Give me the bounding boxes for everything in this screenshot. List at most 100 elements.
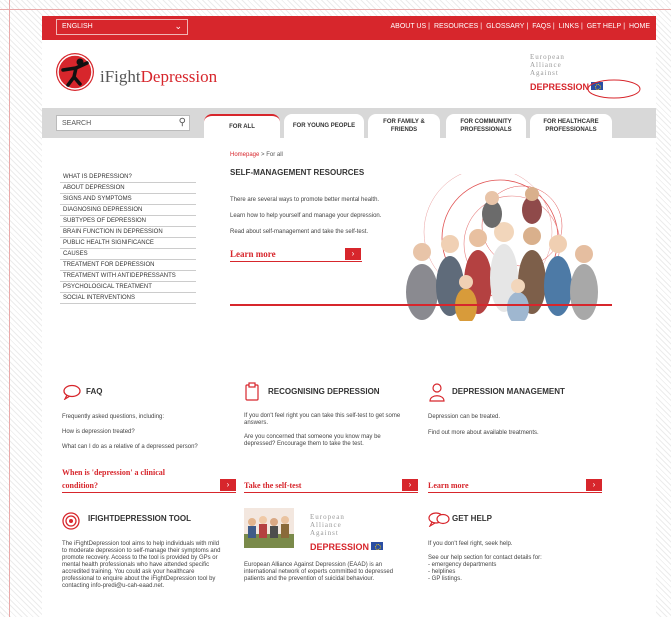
chat-bubbles-icon [428,511,450,532]
tab-for-young-people[interactable]: FOR YOUNG PEOPLE [284,114,364,138]
eaad-line: Alliance [310,521,342,529]
hero-text-line: There are several ways to promote better… [230,197,380,203]
search-icon[interactable]: ⚲ [179,117,186,128]
logo-person-icon [56,53,94,91]
eaad-logo-block[interactable]: European Alliance Against DEPRESSION [310,513,384,555]
tool-text-line: promote recovery. Access to the tool is … [62,555,218,561]
top-links: ABOUT US | RESOURCES | GLOSSARY | FAQS | LIN… [390,23,651,30]
faq-clinical-link[interactable]: When is 'depression' a clinical [62,468,165,477]
site-page: ENGLISH ⌄ ABOUT US | RESOURCES | GLOSSARY |… [42,16,656,617]
site-logo[interactable]: iFightDepression [56,53,256,97]
person-icon [428,382,446,407]
management-arrow-icon[interactable]: › [586,479,602,491]
eu-flag-icon [371,541,384,550]
hero-text-line: Read about self-management and take the … [230,229,369,235]
hero-group-photo [382,174,612,321]
management-learn-more-link[interactable]: Learn more [428,481,469,490]
top-link-resources[interactable]: RESOURCES [434,23,478,30]
breadcrumb-current: For all [266,152,283,158]
speech-bubble-icon [62,384,82,405]
top-link-faqs[interactable]: FAQS [532,23,551,30]
site-header: iFightDepression European Alliance Again… [42,40,656,108]
eaad-line: Alliance [530,61,562,69]
sidebar-item-psychological-treatment[interactable]: PSYCHOLOGICAL TREATMENT [60,282,196,293]
sidebar-item-about-depression[interactable]: ABOUT DEPRESSION [60,183,196,194]
tool-text-line: The iFightDepression tool aims to help i… [62,541,220,547]
eaad-line: European [310,513,345,521]
learn-more-link[interactable]: Learn more [230,249,276,259]
divider [244,492,418,493]
management-text: Find out more about available treatments… [428,430,539,436]
sidebar-item-social-interventions[interactable]: SOCIAL INTERVENTIONS [60,293,196,304]
tool-text-line: contacting info-predi@u-cah-eaad.net. [62,583,165,589]
tab-for-community-professionals[interactable]: FOR COMMUNITY PROFESSIONALS [446,114,526,138]
search-input[interactable]: SEARCH ⚲ [56,115,190,131]
divider [62,492,236,493]
clipboard-icon [244,382,260,407]
eaad-text-line: international network of experts committ… [244,569,394,575]
eaad-swoosh-icon [587,79,641,99]
get-help-list-item[interactable]: - emergency departments [428,562,496,569]
divider [230,261,362,262]
self-test-link[interactable]: Take the self-test [244,481,301,490]
eaad-text-line: patients and the prevention of suicidal … [244,576,375,582]
tab-for-healthcare-professionals[interactable]: FOR HEALTHCARE PROFESSIONALS [530,114,612,138]
breadcrumb-home[interactable]: Homepage [230,152,259,158]
eaad-line: Against [310,529,339,537]
language-select[interactable]: ENGLISH ⌄ [56,19,188,35]
hero-text-line: Learn how to help yourself and manage yo… [230,213,382,219]
recognising-text: Are you concerned that someone you know … [244,434,381,440]
sidebar-item-public-health[interactable]: PUBLIC HEALTH SIGNIFICANCE [60,238,196,249]
top-link-about[interactable]: ABOUT US [391,23,427,30]
language-value: ENGLISH [62,23,93,30]
logo-text: iFightDepression [100,67,218,86]
sidebar-item-signs-and-symptoms[interactable]: SIGNS AND SYMPTOMS [60,194,196,205]
top-link-glossary[interactable]: GLOSSARY [486,23,524,30]
get-help-list-item[interactable]: - GP listings. [428,576,462,583]
learn-more-arrow-icon[interactable]: › [345,248,361,260]
hero-divider [230,304,612,306]
sidebar-item-diagnosing-depression[interactable]: DIAGNOSING DEPRESSION [60,205,196,216]
target-icon [62,512,80,535]
tool-text-line: to moderate depression to self-manage th… [62,548,221,554]
management-title: DEPRESSION MANAGEMENT [452,387,565,396]
faq-question-link[interactable]: How is depression treated? [62,429,135,436]
eaad-line: European [530,53,565,61]
faq-clinical-link-line2[interactable]: condition? [62,481,98,490]
chevron-down-icon: ⌄ [174,21,182,31]
sidebar-item-causes[interactable]: CAUSES [60,249,196,260]
top-bar: ENGLISH ⌄ ABOUT US | RESOURCES | GLOSSARY |… [42,16,656,40]
recognising-text: depressed? Encourage them to take the te… [244,441,364,447]
get-help-title: GET HELP [452,514,493,523]
sidebar-item-treatment[interactable]: TREATMENT FOR DEPRESSION [60,260,196,271]
nav-bar: SEARCH ⚲ FOR ALL FOR YOUNG PEOPLE FOR FA… [42,108,656,138]
tab-for-all[interactable]: FOR ALL [204,114,280,138]
top-link-get-help[interactable]: GET HELP [587,23,622,30]
eaad-group-photo [244,508,294,548]
sidebar-item-subtypes[interactable]: SUBTYPES OF DEPRESSION [60,216,196,227]
top-link-links[interactable]: LINKS [559,23,579,30]
tool-title: IFIGHTDEPRESSION TOOL [88,514,191,523]
self-test-arrow-icon[interactable]: › [402,479,418,491]
search-placeholder: SEARCH [62,120,92,127]
top-link-home[interactable]: HOME [629,23,650,30]
sidebar-nav: WHAT IS DEPRESSION? ABOUT DEPRESSION SIG… [60,172,196,304]
recognising-text: If you don't feel right you can take thi… [244,413,401,419]
tool-text-line: accredited training. You could ask your … [62,569,195,575]
faq-title: FAQ [86,387,103,396]
sidebar-item-antidepressants[interactable]: TREATMENT WITH ANTIDEPRESSANTS [60,271,196,282]
tool-text-line: professional to enquire about the iFight… [62,576,216,582]
sidebar-item-brain-function[interactable]: BRAIN FUNCTION IN DEPRESSION [60,227,196,238]
eaad-logo[interactable]: European Alliance Against DEPRESSION [530,53,641,99]
get-help-list-item[interactable]: - helplines [428,569,455,576]
frame-line [9,0,10,617]
faq-arrow-icon[interactable]: › [220,479,236,491]
get-help-text: If you don't feel right, seek help. [428,541,513,547]
recognising-title: RECOGNISING DEPRESSION [268,387,380,396]
frame-line [0,9,671,10]
management-text: Depression can be treated. [428,414,501,420]
faq-question-link[interactable]: What can I do as a relative of a depress… [62,444,198,451]
tab-for-family-friends[interactable]: FOR FAMILY & FRIENDS [368,114,440,138]
divider [428,492,602,493]
sidebar-item-what-is-depression[interactable]: WHAT IS DEPRESSION? [60,172,196,183]
